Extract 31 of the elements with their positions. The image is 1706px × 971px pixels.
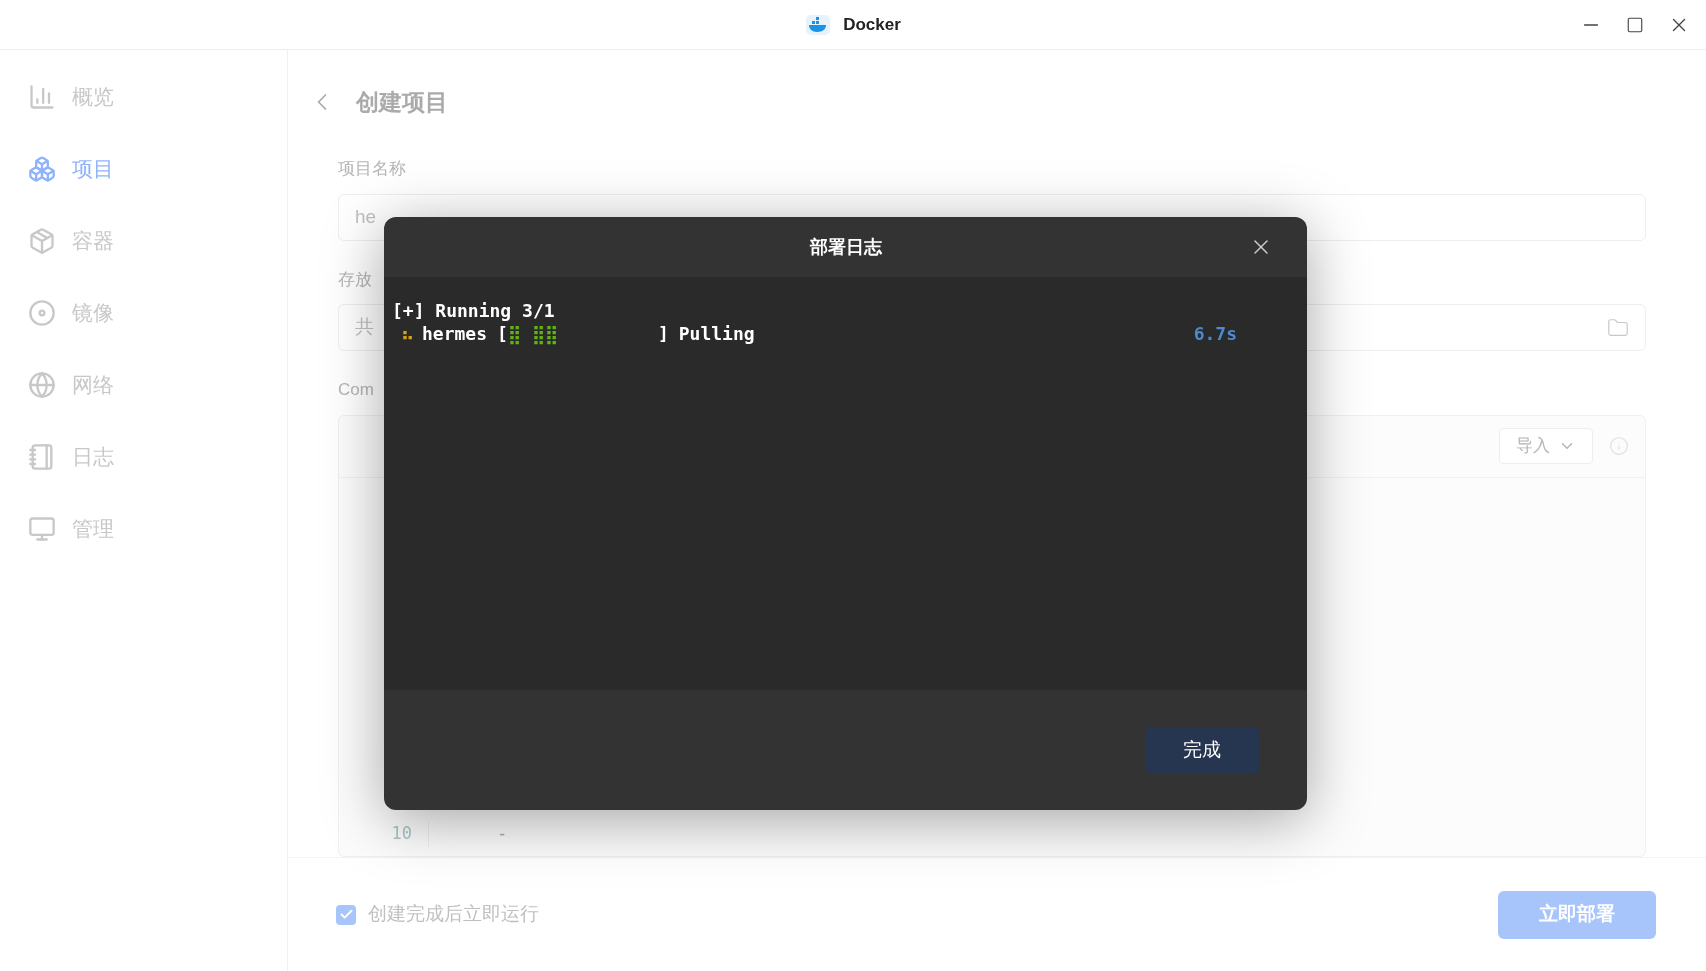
window-title: Docker <box>843 13 901 36</box>
pull-status: Pulling <box>678 322 755 345</box>
disc-icon <box>28 299 56 327</box>
log-line: [+] Running 3/1 <box>392 299 555 322</box>
checkbox-label: 创建完成后立即运行 <box>368 902 539 927</box>
cubes-icon <box>28 155 56 183</box>
deploy-button[interactable]: 立即部署 <box>1498 890 1656 939</box>
code-line: - <box>497 822 508 846</box>
checkbox[interactable] <box>336 904 356 925</box>
globe-icon <box>28 371 56 399</box>
progress-bracket: ] <box>657 322 669 345</box>
box-icon <box>28 227 56 255</box>
progress-dots: ⣿ ⣿⣿ <box>507 322 559 345</box>
done-button[interactable]: 完成 <box>1145 726 1259 774</box>
progress-bracket: [ <box>497 322 508 345</box>
field-label: 存放 <box>338 268 372 291</box>
page-title: 创建项目 <box>356 87 448 117</box>
field-label: 项目名称 <box>338 158 406 180</box>
service-name: hermes <box>422 322 488 345</box>
book-icon <box>28 443 56 471</box>
field-label: Com <box>338 379 374 401</box>
chart-icon <box>28 83 56 111</box>
elapsed-time: 6.7s <box>1193 322 1237 345</box>
spinner-icon: ⠦ <box>392 322 422 345</box>
maximize-icon[interactable] <box>1626 15 1644 34</box>
whale-icon <box>805 13 832 36</box>
check-icon <box>338 907 354 922</box>
import-button[interactable]: 导入 <box>1499 428 1593 464</box>
sidebar-item[interactable]: 项目 <box>28 150 259 188</box>
line-number: 10 <box>339 821 429 847</box>
monitor-icon <box>28 515 56 543</box>
